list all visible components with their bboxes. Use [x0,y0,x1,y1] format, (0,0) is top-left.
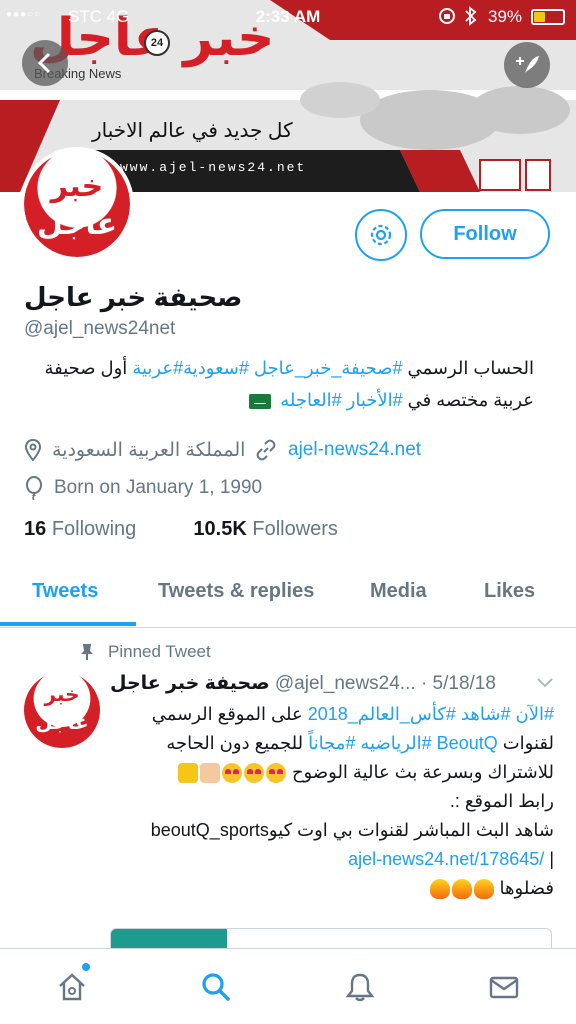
followers-count: 10.5K [193,518,247,540]
tweet-author-name[interactable]: صحيفة خبر عاجل [110,673,270,694]
bio-hashtag[interactable]: #الأخبار [347,390,403,410]
tweet-avatar-line1: خبر [44,684,80,706]
battery-percent: 39% [488,7,523,26]
tweet-menu-chevron-down-icon[interactable] [536,676,554,690]
profile-website[interactable]: ajel-news24.net [254,438,421,462]
balloon-icon [26,476,42,500]
pinned-text: Pinned Tweet [108,642,211,661]
tweet-avatar-line2: عاجل [35,712,89,734]
heart-eyes-emoji [243,763,264,784]
profile-avatar[interactable]: خبر عاجل [20,147,134,261]
bottom-navigation [0,948,576,1024]
follow-stats: 16 Following 10.5K Followers [24,518,338,541]
followers-stat[interactable]: 10.5K Followers [193,518,338,540]
bell-icon [345,973,375,1002]
profile-birthdate: Born on January 1, 1990 [24,476,262,500]
tweet-text-segment: رابط الموقع :. [449,791,554,811]
following-stat[interactable]: 16 Following [24,518,136,540]
profile-settings-button[interactable] [355,209,407,261]
location-pin-icon [24,438,42,462]
banner-tagline: كل جديد في عالم الاخبار [92,120,293,142]
tab-tweets-replies[interactable]: Tweets & replies [158,580,314,603]
tweet-link[interactable]: ajel-news24.net/178645/ [348,849,544,869]
heart-eyes-emoji [221,763,242,784]
birthdate-text: Born on January 1, 1990 [54,477,263,498]
orientation-lock-icon [438,6,456,31]
tweet-date: · 5/18/18 [420,673,496,694]
battery-fill [534,12,545,22]
profile-handle: @ajel_news24net [24,318,176,339]
tweet-hashtag[interactable]: #مجاناً [308,733,355,753]
tweet-text-segment: شاهد البث المباشر لقنوات بي اوت كيو [268,820,554,840]
tweet-hashtag[interactable]: BeoutQ [437,733,498,753]
pinned-tweet-label: Pinned Tweet [80,642,211,662]
bluetooth-icon [464,6,478,31]
compose-feather-icon [516,56,539,73]
tweet-hashtag[interactable]: #شاهد [461,704,511,724]
following-count: 16 [24,518,47,540]
website-link[interactable]: ajel-news24.net [288,439,421,461]
avatar-logo-line2: عاجل [36,208,118,241]
bio-hashtag[interactable]: #العاجله [280,390,341,410]
bio-hashtag[interactable]: #عربية [132,358,183,378]
tweet-author-avatar[interactable]: خبر عاجل [24,672,100,748]
mail-icon [489,976,519,999]
tweet-hashtag[interactable]: #الرياضيه [360,733,431,753]
tweet-text: #الآن #شاهد #كأس_العالم_2018 على الموقع … [108,700,554,903]
nav-search[interactable] [196,967,236,1007]
nav-notifications[interactable] [340,967,380,1007]
tab-tweets[interactable]: Tweets [32,580,98,603]
battery-icon [531,9,565,25]
tweet-link-separator: | [549,849,554,869]
nav-messages[interactable] [484,967,524,1007]
profile-display-name: صحيفة خبر عاجل [24,282,243,312]
tweet-text-segment: فضلوها [499,878,554,898]
back-button[interactable] [22,40,68,86]
status-bar: ●●●○○ STC 4G 2:33 AM 39% [0,0,576,34]
active-tab-indicator [0,622,136,626]
follow-button[interactable]: Follow [420,209,550,259]
followers-label: Followers [252,518,338,540]
thumbs-up-emoji [199,763,220,784]
profile-location: المملكة العربية السعودية [24,438,245,462]
bio-hashtag[interactable]: #سعودية [183,358,249,378]
bio-text: الحساب الرسمي [402,358,534,378]
gear-icon [370,224,392,246]
search-icon [202,973,230,1001]
fire-emoji [473,879,494,900]
fire-emoji [451,879,472,900]
chevron-left-icon [37,52,51,74]
heart-eyes-emoji [265,763,286,784]
tweet-author-handle: @ajel_news24... [274,673,416,694]
profile-bio: الحساب الرسمي #صحيفة_خبر_عاجل #سعودية#عر… [14,352,534,416]
tab-media[interactable]: Media [370,580,427,603]
tab-likes[interactable]: Likes [484,580,535,603]
profile-tabs: Tweets Tweets & replies Media Likes [0,560,576,628]
compose-tweet-button[interactable] [504,42,550,88]
tweet-hashtag[interactable]: #كأس_العالم_2018 [308,704,456,724]
fire-emoji [429,879,450,900]
home-icon [59,973,85,1001]
avatar-logo-line1: خبر [50,170,104,203]
nav-home[interactable] [52,967,92,1007]
saudi-flag-emoji [249,393,272,409]
victory-hand-emoji [177,763,198,784]
bio-hashtag[interactable]: #صحيفة_خبر_عاجل [254,358,403,378]
pin-icon [81,644,93,660]
banner-url: www.ajel-news24.net [120,160,307,175]
new-content-dot [82,963,90,971]
tweet-text-segment: beoutQ_sports [150,820,269,840]
tweet-hashtag[interactable]: #الآن [516,704,555,724]
location-text: المملكة العربية السعودية [52,439,246,461]
link-icon [256,439,276,461]
following-label: Following [51,518,137,540]
tweet-header: صحيفة خبر عاجل @ajel_news24... · 5/18/18 [110,672,496,695]
